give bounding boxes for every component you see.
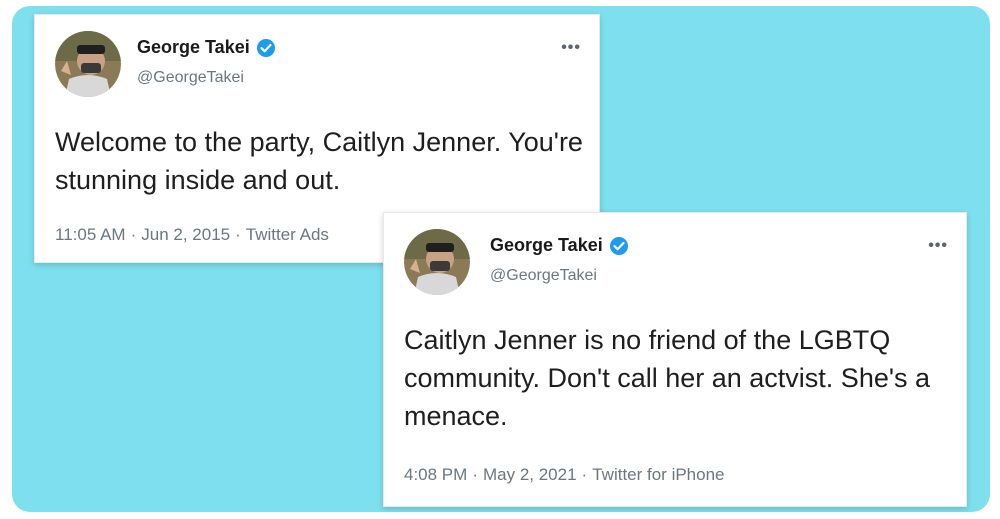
author-row: George Takei bbox=[137, 37, 276, 58]
verified-badge-icon bbox=[609, 236, 629, 256]
tweet-text: Caitlyn Jenner is no friend of the LGBTQ… bbox=[404, 325, 931, 431]
tweet-source[interactable]: Twitter Ads bbox=[246, 225, 329, 244]
avatar[interactable] bbox=[55, 31, 121, 97]
display-name[interactable]: George Takei bbox=[137, 37, 250, 58]
screenshot-canvas: George Takei @GeorgeTakei ••• Welcome to… bbox=[0, 0, 1000, 519]
tweet-meta: 4:08 PM · May 2, 2021 · Twitter for iPhone bbox=[404, 465, 725, 484]
tweet-card-2021[interactable]: George Takei @GeorgeTakei ••• Caitlyn Je… bbox=[383, 212, 967, 507]
tweet-text: Welcome to the party, Caitlyn Jenner. Yo… bbox=[55, 127, 583, 195]
handle[interactable]: @GeorgeTakei bbox=[137, 69, 244, 87]
tweet-date[interactable]: May 2, 2021 bbox=[483, 465, 577, 484]
handle[interactable]: @GeorgeTakei bbox=[490, 267, 597, 285]
verified-badge-icon bbox=[256, 38, 276, 58]
author-row: George Takei bbox=[490, 235, 629, 256]
display-name[interactable]: George Takei bbox=[490, 235, 603, 256]
tweet-source[interactable]: Twitter for iPhone bbox=[592, 465, 724, 484]
avatar[interactable] bbox=[404, 229, 470, 295]
tweet-time[interactable]: 11:05 AM bbox=[55, 225, 126, 244]
tweet-meta: 11:05 AM · Jun 2, 2015 · Twitter Ads bbox=[55, 225, 329, 244]
tweet-date[interactable]: Jun 2, 2015 bbox=[141, 225, 230, 244]
more-horizontal-icon[interactable]: ••• bbox=[561, 39, 581, 57]
tweet-time[interactable]: 4:08 PM bbox=[404, 465, 467, 484]
more-horizontal-icon[interactable]: ••• bbox=[928, 237, 948, 255]
